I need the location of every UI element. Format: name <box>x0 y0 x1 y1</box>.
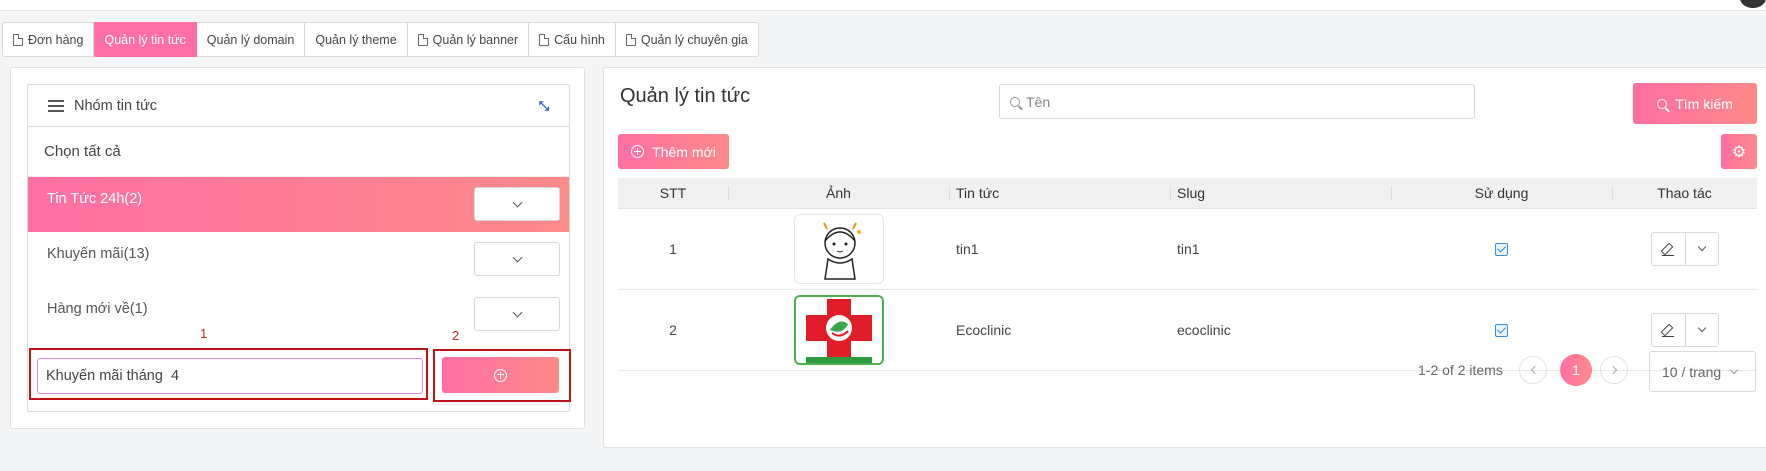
annotation-number-1: 1 <box>200 326 208 341</box>
tab-label: Quản lý banner <box>432 32 519 47</box>
table-settings-button[interactable]: ⚙ <box>1721 134 1757 169</box>
tab-domain-management[interactable]: Quản lý domain <box>196 22 306 57</box>
cell-actions <box>1612 209 1757 289</box>
chevron-down-icon <box>512 307 522 317</box>
top-bar <box>0 0 1766 11</box>
new-group-input[interactable] <box>37 358 423 394</box>
next-page-button[interactable] <box>1600 356 1628 384</box>
cell-slug: tin1 <box>1177 241 1200 257</box>
page-size-label: 10 / trang <box>1662 363 1722 380</box>
tab-news-management[interactable]: Quản lý tin tức <box>94 22 197 57</box>
news-groups-title: Nhóm tin tức <box>74 97 158 114</box>
cell-news: tin1 <box>956 241 979 257</box>
add-group-button[interactable] <box>442 357 559 393</box>
table-header: STT Ảnh Tin tức Slug Sử dụng Thao tác <box>618 178 1757 209</box>
gear-icon: ⚙ <box>1731 143 1747 161</box>
tab-theme-management[interactable]: Quản lý theme <box>305 22 408 57</box>
tab-label: Quản lý theme <box>315 32 397 47</box>
search-button[interactable]: Tìm kiếm <box>1633 83 1757 124</box>
edit-button[interactable] <box>1652 314 1686 346</box>
annotation-number-2: 2 <box>452 328 460 343</box>
search-icon <box>1010 96 1020 107</box>
column-header-in-use[interactable]: Sử dụng <box>1391 178 1612 208</box>
collapse-icon[interactable]: ⤡ <box>537 99 551 113</box>
document-icon <box>539 33 550 46</box>
in-use-checkbox[interactable] <box>1495 242 1508 256</box>
cartoon-girl-thumbnail[interactable] <box>793 214 884 284</box>
row-actions <box>1650 313 1719 347</box>
edit-button[interactable] <box>1652 233 1686 265</box>
table-row: 1 tin1 tin1 <box>618 209 1757 290</box>
group-item-dropdown[interactable] <box>474 187 560 221</box>
group-item-label: Hàng mới về(1) <box>47 301 148 317</box>
page-size-select[interactable]: 10 / trang <box>1649 351 1756 392</box>
cell-image <box>728 209 949 289</box>
group-item-label: Tin Tức 24h(2) <box>47 191 143 207</box>
in-use-checkbox[interactable] <box>1495 323 1508 337</box>
column-header-image[interactable]: Ảnh <box>728 178 949 208</box>
row-actions <box>1650 232 1719 266</box>
plus-circle-icon <box>494 368 507 382</box>
add-new-button[interactable]: Thêm mới <box>618 134 729 169</box>
page-title: Quản lý tin tức <box>620 85 751 107</box>
pencil-icon <box>1662 324 1674 337</box>
column-header-actions[interactable]: Thao tác <box>1612 178 1757 208</box>
group-item-label: Khuyến mãi(13) <box>47 246 150 262</box>
tab-settings[interactable]: Cấu hình <box>529 22 616 57</box>
list-icon <box>48 99 64 112</box>
search-placeholder: Tên <box>1026 93 1051 110</box>
news-management-panel: Quản lý tin tức Tên Tìm kiếm Thêm mới ⚙ … <box>603 67 1766 448</box>
news-table: STT Ảnh Tin tức Slug Sử dụng Thao tác 1 <box>618 178 1757 371</box>
group-item-dropdown[interactable] <box>474 242 560 276</box>
chevron-down-icon <box>1697 323 1706 333</box>
chevron-left-icon <box>1530 365 1539 375</box>
column-header-stt[interactable]: STT <box>618 178 728 208</box>
page-button-current[interactable]: 1 <box>1560 354 1592 386</box>
column-header-slug[interactable]: Slug <box>1170 178 1391 208</box>
news-groups-header: Nhóm tin tức ⤡ <box>28 85 569 127</box>
tab-label: Cấu hình <box>554 32 605 47</box>
cell-stt: 1 <box>669 241 677 257</box>
tab-label: Quản lý tin tức <box>104 32 186 47</box>
add-new-button-label: Thêm mới <box>652 143 716 160</box>
group-item-promotions[interactable]: Khuyến mãi(13) <box>28 232 569 287</box>
tab-label: Quản lý domain <box>206 32 295 47</box>
group-item-news-24h[interactable]: Tin Tức 24h(2) <box>28 177 569 232</box>
column-header-news[interactable]: Tin tức <box>949 178 1170 208</box>
tab-label: Đơn hàng <box>28 32 84 47</box>
pencil-icon <box>1662 243 1674 256</box>
document-icon <box>13 33 23 46</box>
select-all-option[interactable]: Chọn tất cả <box>28 127 569 177</box>
tab-expert-management[interactable]: Quản lý chuyên gia <box>615 22 759 57</box>
search-icon <box>1657 98 1668 109</box>
tab-label: Quản lý chuyên gia <box>640 32 748 47</box>
more-actions-dropdown[interactable] <box>1686 233 1718 265</box>
chevron-down-icon <box>1729 365 1739 374</box>
document-icon <box>417 33 428 46</box>
tab-banner-management[interactable]: Quản lý banner <box>407 22 530 57</box>
chevron-down-icon <box>512 197 522 207</box>
chevron-down-icon <box>1697 242 1706 252</box>
chevron-down-icon <box>512 252 522 262</box>
pagination: 1-2 of 2 items 1 10 / trang <box>604 350 1766 392</box>
document-icon <box>625 33 636 46</box>
cell-in-use <box>1391 209 1612 289</box>
previous-page-button[interactable] <box>1519 356 1547 384</box>
search-button-label: Tìm kiếm <box>1675 95 1733 112</box>
search-input[interactable]: Tên <box>999 84 1475 119</box>
group-item-new-arrivals[interactable]: Hàng mới về(1) <box>28 287 569 342</box>
more-actions-dropdown[interactable] <box>1686 314 1718 346</box>
pagination-summary: 1-2 of 2 items <box>1418 362 1503 378</box>
tab-orders[interactable]: Đơn hàng <box>2 22 95 57</box>
chevron-right-icon <box>1608 365 1617 375</box>
tab-bar: Đơn hàng Quản lý tin tức Quản lý domain … <box>2 22 759 57</box>
group-item-dropdown[interactable] <box>474 297 560 331</box>
plus-circle-icon <box>631 145 645 158</box>
